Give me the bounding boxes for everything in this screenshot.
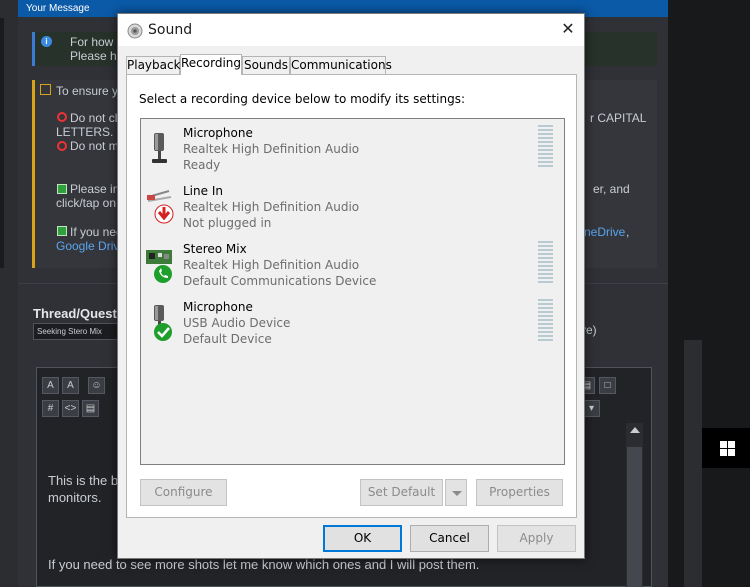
info-line-1: For how [70, 35, 114, 49]
ok-button[interactable]: OK [323, 525, 402, 552]
windows-logo-pane [728, 441, 735, 448]
dialog-titlebar[interactable]: Sound ✕ [118, 14, 584, 46]
device-name: Line In [183, 184, 223, 198]
rule-1-start: Do not cl [70, 111, 118, 125]
checkbox-icon [57, 226, 67, 236]
windows-logo-icon [720, 441, 727, 448]
tip-1-start: Please in [70, 182, 120, 196]
comma-text: , [626, 225, 630, 239]
device-item[interactable]: Line In Realtek High Definition Audio No… [141, 177, 564, 235]
rule-2: Do not m [70, 139, 119, 153]
sound-card-icon [146, 250, 172, 283]
device-status: Default Communications Device [183, 274, 377, 288]
microphone-icon [152, 133, 167, 163]
editor-toolbar-row-2: # <> ▤ [42, 400, 99, 418]
editor-toolbar-row-1: A A ☺ [42, 377, 105, 395]
device-item[interactable]: Microphone USB Audio Device Default Devi… [141, 293, 564, 351]
thread-title-label: Thread/Questi [33, 306, 121, 321]
tab-recording[interactable]: Recording [180, 54, 242, 75]
info-line-2: Please h [70, 49, 117, 63]
speaker-icon [127, 23, 143, 39]
smiley-icon[interactable]: ☺ [88, 377, 105, 394]
recording-panel: Select a recording device below to modif… [126, 74, 577, 518]
device-item[interactable]: Microphone Realtek High Definition Audio… [141, 119, 564, 177]
device-driver: Realtek High Definition Audio [183, 142, 360, 156]
rule-1-end: r CAPITAL [590, 111, 647, 125]
google-drive-link[interactable]: Google Driv [56, 239, 119, 253]
properties-button[interactable]: Properties [476, 479, 563, 506]
tip-1-end: er, and [593, 182, 630, 196]
tab-sounds[interactable]: Sounds [242, 56, 290, 74]
level-meter [538, 241, 553, 287]
apply-button[interactable]: Apply [497, 525, 576, 552]
line-in-icon [147, 190, 174, 224]
checkbox-icon [57, 184, 67, 194]
device-driver: Realtek High Definition Audio [183, 200, 360, 214]
body-line-1: This is the b [48, 473, 119, 488]
device-name: Microphone [183, 300, 253, 314]
dialog-title: Sound [148, 22, 193, 38]
device-item[interactable]: Stereo Mix Realtek High Definition Audio… [141, 235, 564, 293]
pencil-icon [40, 84, 51, 95]
level-meter [538, 125, 553, 171]
font-color-icon[interactable]: A [62, 377, 79, 394]
no-entry-icon [57, 141, 67, 151]
scroll-thumb[interactable] [627, 447, 642, 587]
device-name: Microphone [183, 126, 253, 140]
onedrive-link[interactable]: neDrive [584, 225, 625, 239]
left-edge [0, 18, 4, 268]
body-line-2: monitors. [48, 490, 102, 505]
device-list[interactable]: Microphone Realtek High Definition Audio… [140, 118, 565, 465]
device-name: Stereo Mix [183, 242, 247, 256]
device-status: Not plugged in [183, 216, 272, 230]
hash-icon[interactable]: # [42, 400, 59, 417]
windows-logo-pane [720, 449, 727, 456]
windows-start-tile[interactable] [702, 428, 750, 468]
level-meter [538, 299, 553, 345]
close-icon[interactable]: ✕ [554, 18, 582, 42]
code-icon[interactable]: <> [62, 400, 79, 417]
microphone-icon [154, 305, 172, 341]
tip-1-cont: click/tap on [56, 196, 117, 210]
body-line-3: If you need to see more shots let me kno… [48, 557, 480, 572]
device-status: Ready [183, 158, 221, 172]
cancel-button[interactable]: Cancel [410, 525, 489, 552]
windows-logo-pane [728, 449, 735, 456]
font-size-icon[interactable]: A [42, 377, 59, 394]
configure-button[interactable]: Configure [140, 479, 227, 506]
thread-title-input[interactable]: Seeking Stero Mix [33, 323, 118, 340]
php-icon[interactable]: ▤ [82, 400, 99, 417]
right-dark-panel [668, 0, 750, 587]
editor-scrollbar[interactable] [626, 423, 643, 587]
toolbar-button[interactable]: ▾ [583, 400, 600, 417]
info-icon: i [41, 36, 52, 47]
device-status: Default Device [183, 332, 272, 346]
device-driver: USB Audio Device [183, 316, 291, 330]
sound-dialog: Sound ✕ Playback Recording Sounds Commun… [117, 13, 585, 559]
instruction-text: Select a recording device below to modif… [139, 92, 466, 106]
ensure-line: To ensure y [56, 84, 119, 98]
tip-2-start: If you nee [70, 225, 123, 239]
tab-communications[interactable]: Communications [290, 56, 392, 74]
right-scroll-track [684, 340, 702, 587]
chevron-down-icon[interactable] [445, 479, 467, 506]
set-default-button[interactable]: Set Default [360, 479, 443, 506]
no-entry-icon [57, 112, 67, 122]
device-driver: Realtek High Definition Audio [183, 258, 360, 272]
rule-1-cont: LETTERS. [56, 125, 114, 139]
tab-playback[interactable]: Playback [126, 56, 181, 74]
scroll-up-icon[interactable] [630, 427, 640, 433]
quote-bubble-icon[interactable]: □ [599, 377, 616, 394]
